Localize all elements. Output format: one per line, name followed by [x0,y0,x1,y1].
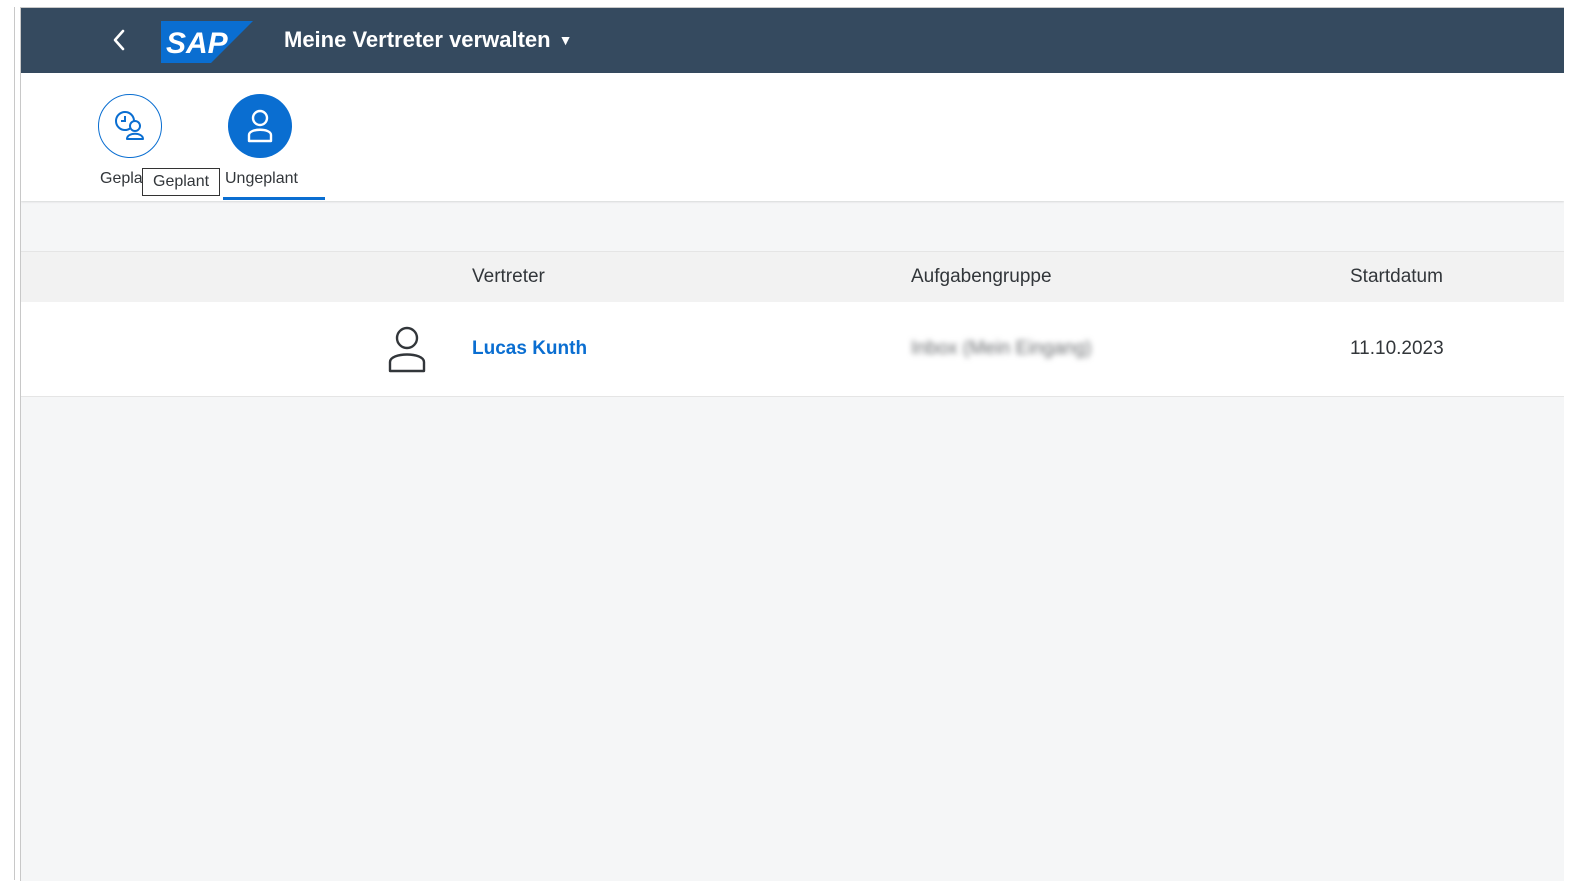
shell-bar: SAP Meine Vertreter verwalten ▼ [21,8,1564,73]
clock-person-icon [115,111,144,140]
sap-logo[interactable]: SAP [161,21,253,63]
app-title-menu[interactable]: Meine Vertreter verwalten ▼ [284,27,572,53]
window-border [14,7,15,880]
selected-tab-indicator [223,197,325,200]
vertreter-link[interactable]: Lucas Kunth [472,338,587,360]
table-row[interactable]: Lucas Kunth Inbox (Mein Eingang) 11.10.2… [21,302,1564,397]
tab-ungeplant-icon-circle [228,94,292,158]
column-header-aufgabengruppe[interactable]: Aufgabengruppe [911,266,1052,288]
back-button[interactable] [101,20,137,60]
person-icon [388,326,426,373]
column-header-vertreter[interactable]: Vertreter [472,266,545,288]
app-title: Meine Vertreter verwalten [284,27,551,52]
caret-down-icon: ▼ [558,32,573,48]
tab-ungeplant-label[interactable]: Ungeplant [225,170,298,188]
column-header-startdatum[interactable]: Startdatum [1350,266,1443,288]
tab-ungeplant[interactable] [228,94,292,158]
aufgabengruppe-value: Inbox (Mein Eingang) [911,338,1092,359]
table-header: Vertreter Aufgabengruppe Startdatum [21,251,1564,303]
tooltip: Geplant [142,168,221,196]
tab-geplant[interactable] [98,94,162,158]
icon-tab-bar: Geplant Ungeplant [21,73,1564,201]
tab-geplant-icon-circle [98,94,162,158]
person-icon [247,109,273,143]
app-frame: SAP Meine Vertreter verwalten ▼ Geplant [20,7,1564,881]
startdatum-value: 11.10.2023 [1350,338,1444,359]
chevron-left-icon [113,29,125,51]
svg-text:SAP: SAP [166,27,229,60]
